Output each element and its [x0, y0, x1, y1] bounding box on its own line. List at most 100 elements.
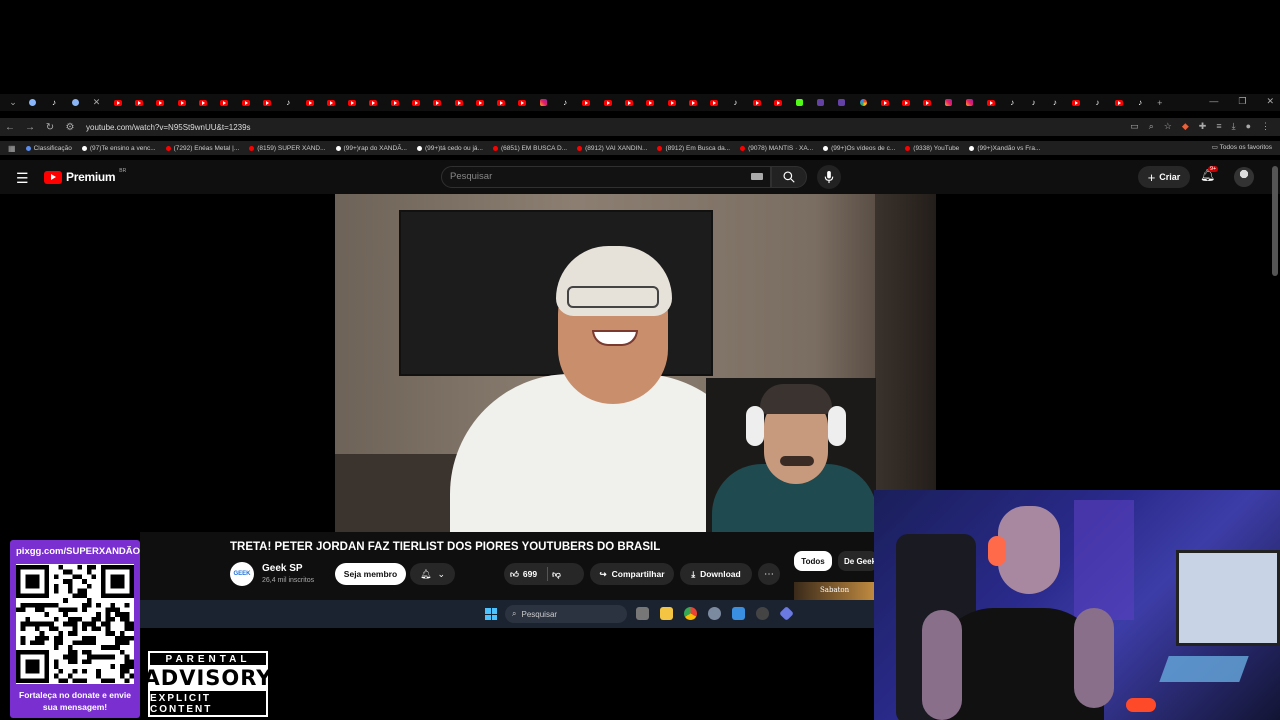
create-button[interactable]: + Criar — [1138, 166, 1190, 188]
extensions-puzzle-icon[interactable]: ✚ — [1199, 121, 1207, 132]
browser-tab[interactable] — [533, 96, 554, 110]
taskbar-search[interactable]: ⌕ Pesquisar — [505, 605, 627, 623]
browser-tab[interactable] — [767, 96, 788, 110]
browser-tab[interactable] — [618, 96, 639, 110]
browser-tab[interactable] — [597, 96, 618, 110]
file-explorer-icon[interactable] — [660, 607, 673, 620]
browser-tab[interactable] — [576, 96, 597, 110]
bookmark-item[interactable]: (8159) SUPER XAND... — [249, 145, 326, 152]
youtube-logo[interactable]: Premium BR — [44, 168, 126, 184]
channel-avatar[interactable]: GEEK — [230, 562, 254, 586]
browser-tab[interactable] — [256, 96, 277, 110]
minimize-icon[interactable]: — — [1209, 96, 1218, 107]
menu-icon[interactable]: ⋮ — [1261, 121, 1270, 132]
browser-tab[interactable] — [512, 96, 533, 110]
browser-tab[interactable]: ♪ — [1129, 96, 1150, 110]
browser-tab[interactable] — [746, 96, 767, 110]
url-field[interactable]: youtube.com/watch?v=N95St9wnUU&t=1239s — [86, 123, 251, 132]
browser-tab[interactable]: ♪ — [1044, 96, 1065, 110]
chip-from-channel[interactable]: De Geek SP — [838, 551, 878, 571]
browser-tab[interactable]: ♪ — [1087, 96, 1108, 110]
bookmark-item[interactable]: (99+)Os vídeos de c... — [823, 145, 895, 152]
browser-tab[interactable] — [107, 96, 128, 110]
app-icon[interactable] — [779, 606, 794, 621]
browser-tab[interactable] — [1108, 96, 1129, 110]
browser-tab[interactable] — [789, 96, 810, 110]
browser-tab[interactable] — [895, 96, 916, 110]
photos-icon[interactable] — [732, 607, 745, 620]
bookmark-item[interactable]: (99+)tá cedo ou já... — [416, 145, 483, 152]
settings-icon[interactable] — [708, 607, 721, 620]
browser-tab[interactable] — [299, 96, 320, 110]
browser-tab[interactable] — [341, 96, 362, 110]
browser-tab[interactable] — [405, 96, 426, 110]
chip-all[interactable]: Todos — [794, 551, 832, 571]
zoom-icon[interactable]: ⌕ — [1149, 121, 1154, 132]
new-tab-icon[interactable]: + — [1151, 98, 1169, 108]
search-button[interactable] — [771, 166, 807, 188]
close-icon[interactable]: ✕ — [1266, 96, 1274, 107]
browser-tab[interactable] — [214, 96, 235, 110]
browser-tab[interactable] — [469, 96, 490, 110]
chrome-icon[interactable] — [684, 607, 697, 620]
task-view-icon[interactable] — [636, 607, 649, 620]
hamburger-menu-icon[interactable]: ☰ — [16, 170, 29, 187]
install-icon[interactable]: ▭ — [1130, 121, 1139, 132]
browser-tab[interactable] — [980, 96, 1001, 110]
account-avatar[interactable] — [1234, 167, 1254, 187]
back-icon[interactable]: ← — [0, 122, 20, 133]
bookmark-item[interactable]: (8912) VAI XANDIN... — [577, 145, 647, 152]
bookmark-item[interactable]: (97)Te ensino a venc... — [81, 145, 156, 152]
more-actions-button[interactable]: ⋯ — [758, 563, 780, 585]
bookmark-item[interactable]: (99+)Xandão vs Fra... — [969, 145, 1040, 152]
bookmark-item[interactable]: (8912) Em Busca da... — [657, 145, 730, 152]
browser-tab[interactable] — [640, 96, 661, 110]
browser-tab[interactable]: ♪ — [278, 96, 299, 110]
browser-tab[interactable] — [682, 96, 703, 110]
like-count[interactable]: 699 — [523, 569, 537, 579]
restore-icon[interactable]: ❐ — [1238, 96, 1246, 107]
subscription-bell-button[interactable]: 🔔︎ ⌄ — [410, 563, 455, 585]
voice-search-button[interactable] — [817, 165, 841, 189]
bookmark-item[interactable]: (6851) EM BUSCA D... — [492, 145, 567, 152]
page-scrollbar[interactable] — [1272, 166, 1278, 276]
apps-icon[interactable]: ▦ — [8, 144, 16, 153]
browser-tab[interactable] — [320, 96, 341, 110]
browser-tab[interactable] — [853, 96, 874, 110]
bookmark-item[interactable]: (9078) MANTIS · XA... — [740, 145, 813, 152]
browser-tab[interactable] — [874, 96, 895, 110]
browser-tab[interactable] — [938, 96, 959, 110]
browser-tab[interactable] — [427, 96, 448, 110]
browser-tab[interactable] — [810, 96, 831, 110]
browser-tab[interactable] — [448, 96, 469, 110]
browser-tab[interactable] — [192, 96, 213, 110]
media-icon[interactable]: ≡ — [1216, 121, 1221, 132]
like-icon[interactable]: 👍︎ — [510, 569, 519, 580]
all-favorites[interactable]: ▭ Todos os favoritos — [1212, 143, 1272, 151]
bookmark-item[interactable]: (99+)rap do XANDÃ... — [335, 145, 407, 152]
bookmark-item[interactable]: (7292) Enéas Metal |... — [165, 145, 239, 152]
browser-tab[interactable]: ✕ — [86, 96, 107, 110]
browser-tab[interactable] — [65, 96, 86, 110]
forward-icon[interactable]: → — [20, 122, 40, 133]
browser-tab[interactable]: ♪ — [43, 96, 64, 110]
browser-tab[interactable] — [171, 96, 192, 110]
browser-tab[interactable]: ♪ — [1002, 96, 1023, 110]
browser-tab[interactable] — [916, 96, 937, 110]
browser-tab[interactable] — [128, 96, 149, 110]
browser-tab[interactable] — [661, 96, 682, 110]
download-icon[interactable]: ⤓ — [1232, 121, 1236, 132]
browser-tab[interactable] — [363, 96, 384, 110]
browser-tab[interactable] — [22, 96, 43, 110]
windows-start-icon[interactable] — [485, 608, 497, 620]
browser-tab[interactable] — [831, 96, 852, 110]
browser-tab[interactable] — [1066, 96, 1087, 110]
download-button[interactable]: ⤓ Download — [680, 563, 752, 585]
bookmark-item[interactable]: Classificação — [25, 145, 72, 152]
tab-search-icon[interactable]: ⌄ — [4, 97, 22, 108]
star-icon[interactable]: ☆ — [1164, 121, 1172, 132]
extension-icon[interactable]: ◆ — [1182, 121, 1189, 132]
browser-tab[interactable] — [959, 96, 980, 110]
browser-tab[interactable] — [384, 96, 405, 110]
browser-tab[interactable]: ♪ — [1023, 96, 1044, 110]
